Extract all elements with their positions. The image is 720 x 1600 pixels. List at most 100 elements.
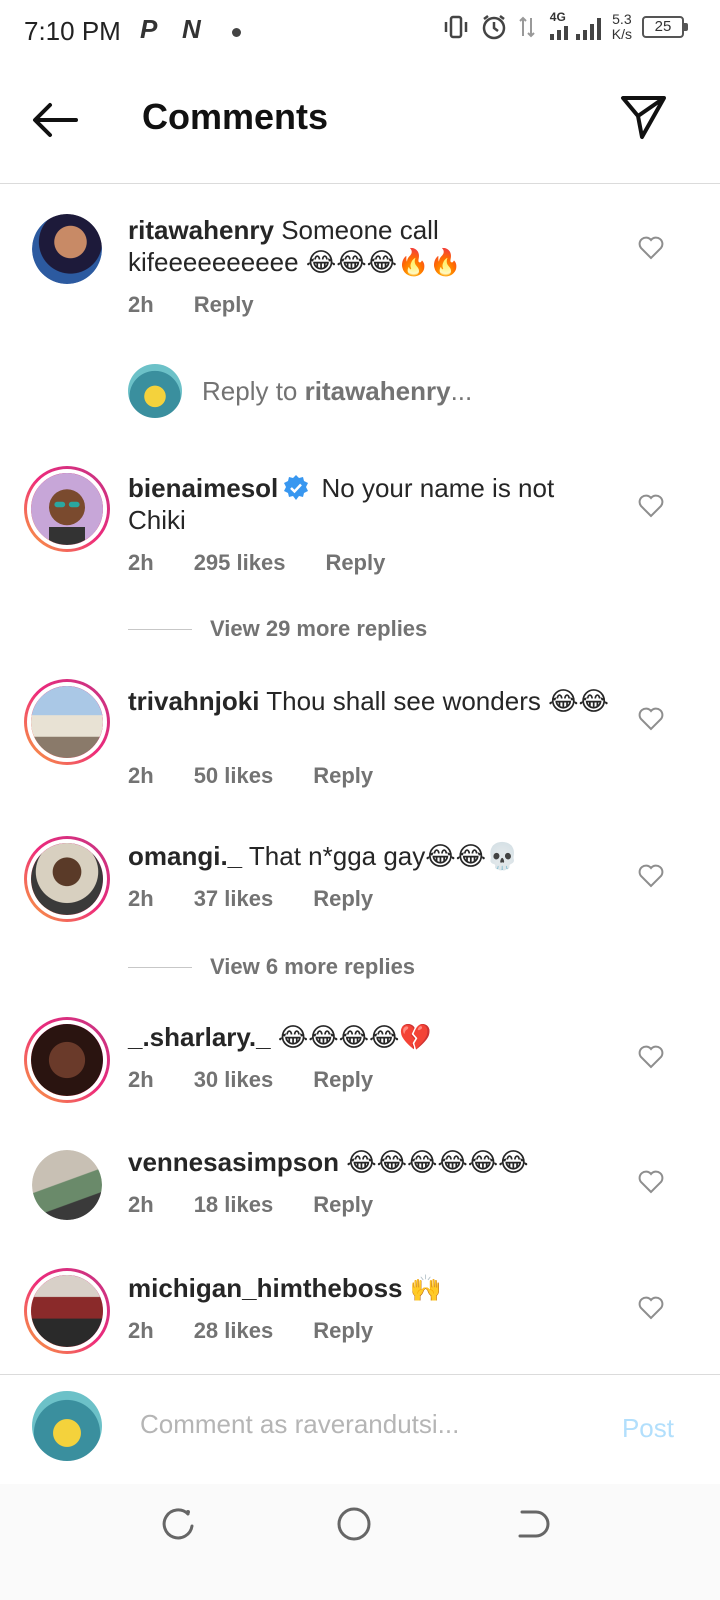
reply-to-username: ritawahenry — [304, 375, 451, 406]
view-more-replies[interactable]: View 6 more replies — [128, 954, 415, 980]
comment-username[interactable]: bienaimesol — [128, 473, 278, 503]
reply-to-ellipsis: ... — [450, 375, 473, 406]
comments-header: Comments — [0, 64, 720, 184]
status-time: 7:10 PM — [24, 16, 121, 46]
likes-count[interactable]: 50 likes — [194, 763, 274, 789]
page-title: Comments — [142, 96, 329, 137]
comment-time: 2h — [128, 1318, 154, 1343]
comment-text: vennesasimpson 😂😂😂😂😂😂 — [128, 1146, 610, 1178]
comment-username[interactable]: omangi._ — [128, 841, 242, 871]
paper-plane-icon[interactable] — [620, 94, 668, 140]
avatar — [128, 364, 182, 418]
comment-username[interactable]: _.sharlary._ — [128, 1022, 271, 1052]
avatar-illustration — [31, 473, 103, 545]
comment-text: omangi._ That n*gga gay😂😂💀 — [128, 840, 610, 872]
avatar[interactable] — [32, 214, 102, 284]
heart-icon[interactable] — [638, 1296, 664, 1320]
verified-badge-icon — [284, 475, 309, 500]
battery-level: 25 — [654, 18, 672, 35]
comment-meta: 2h 50 likes Reply — [128, 763, 413, 789]
comment-username[interactable]: ritawahenry — [128, 215, 274, 245]
comment-time: 2h — [128, 292, 154, 317]
system-nav-bar — [0, 1484, 720, 1600]
comment-text: bienaimesol No your name is not Chiki — [128, 472, 610, 536]
comment-time: 2h — [128, 1192, 154, 1217]
reply-to-row[interactable]: Reply to ritawahenry... — [128, 364, 472, 418]
likes-count[interactable]: 37 likes — [194, 886, 274, 912]
avatar — [32, 1391, 102, 1461]
reply-button[interactable]: Reply — [194, 292, 254, 318]
alarm-icon — [482, 15, 506, 40]
reply-to-prefix: Reply to — [202, 375, 305, 406]
battery-icon: 25 — [642, 16, 688, 38]
comment-text: michigan_himtheboss 🙌 — [128, 1272, 610, 1304]
reply-button[interactable]: Reply — [313, 1192, 373, 1218]
back-nav-icon[interactable] — [510, 1504, 550, 1544]
view-more-label: View 6 more replies — [210, 954, 416, 979]
avatar[interactable] — [32, 1150, 102, 1220]
avatar[interactable] — [24, 466, 110, 552]
comment-time: 2h — [128, 763, 154, 788]
divider — [128, 966, 192, 968]
arrow-left-icon[interactable] — [28, 94, 82, 146]
reply-button[interactable]: Reply — [313, 1318, 373, 1344]
app-notification-icon: N — [182, 14, 201, 44]
likes-count[interactable]: 28 likes — [194, 1318, 274, 1344]
comment-meta: 2h Reply — [128, 292, 294, 318]
app-notification-icon: P — [140, 14, 158, 44]
avatar[interactable] — [24, 836, 110, 922]
comment-username[interactable]: michigan_himtheboss — [128, 1273, 403, 1303]
status-bar: 7:10 PM P N 4G 5.3 K/s 25 — [0, 0, 720, 64]
likes-count[interactable]: 18 likes — [194, 1192, 274, 1218]
likes-count[interactable]: 30 likes — [194, 1067, 274, 1093]
comment-username[interactable]: trivahnjoki — [128, 686, 259, 716]
heart-icon[interactable] — [638, 864, 664, 888]
divider — [128, 628, 192, 630]
speed-value: 5.3 — [612, 11, 632, 27]
heart-icon[interactable] — [638, 1045, 664, 1069]
comment-text: ritawahenry Someone call kifeeeeeeeeee 😂… — [128, 214, 610, 278]
comment-meta: 2h 37 likes Reply — [128, 886, 413, 912]
comment-meta: 2h 18 likes Reply — [128, 1192, 413, 1218]
comment-time: 2h — [128, 1067, 154, 1092]
signal-4g-icon: 4G — [546, 10, 602, 42]
comment-text: _.sharlary._ 😂😂😂😂💔 — [128, 1021, 610, 1053]
notification-dot-icon — [232, 28, 241, 37]
comment-time: 2h — [128, 886, 154, 911]
comment-content: 😂😂😂😂💔 — [277, 1022, 432, 1052]
avatar[interactable] — [24, 679, 110, 765]
heart-icon[interactable] — [638, 236, 664, 260]
reply-button[interactable]: Reply — [313, 1067, 373, 1093]
status-indicators: 4G 5.3 K/s 25 — [442, 10, 688, 42]
home-icon[interactable] — [334, 1504, 374, 1544]
heart-icon[interactable] — [638, 494, 664, 518]
view-more-replies[interactable]: View 29 more replies — [128, 616, 427, 642]
comment-composer: Post — [0, 1374, 720, 1484]
comment-time: 2h — [128, 550, 154, 575]
comment-input[interactable] — [140, 1409, 560, 1440]
reply-button[interactable]: Reply — [313, 886, 373, 912]
reply-button[interactable]: Reply — [325, 550, 385, 576]
comment-username[interactable]: vennesasimpson — [128, 1147, 339, 1177]
heart-icon[interactable] — [638, 707, 664, 731]
reply-to-prompt: Reply to ritawahenry... — [202, 376, 472, 407]
data-transfer-icon — [519, 16, 535, 38]
comment-meta: 2h 28 likes Reply — [128, 1318, 413, 1344]
avatar[interactable] — [24, 1268, 110, 1354]
speed-unit: K/s — [611, 26, 632, 42]
reply-button[interactable]: Reply — [313, 763, 373, 789]
network-speed: 5.3 K/s — [612, 12, 632, 42]
recent-apps-icon[interactable] — [158, 1504, 198, 1544]
view-more-label: View 29 more replies — [210, 616, 428, 641]
vibrate-icon — [444, 15, 468, 39]
comment-content: 😂😂😂😂😂😂 — [346, 1147, 529, 1177]
avatar[interactable] — [24, 1017, 110, 1103]
comment-text: trivahnjoki Thou shall see wonders 😂😂 — [128, 685, 610, 717]
comment-content: 🙌 — [409, 1273, 443, 1303]
likes-count[interactable]: 295 likes — [194, 550, 286, 576]
comment-content: That n*gga gay😂😂💀 — [248, 841, 519, 871]
comment-meta: 2h 30 likes Reply — [128, 1067, 413, 1093]
heart-icon[interactable] — [638, 1170, 664, 1194]
comment-meta: 2h 295 likes Reply — [128, 550, 425, 576]
post-button[interactable]: Post — [622, 1413, 674, 1444]
